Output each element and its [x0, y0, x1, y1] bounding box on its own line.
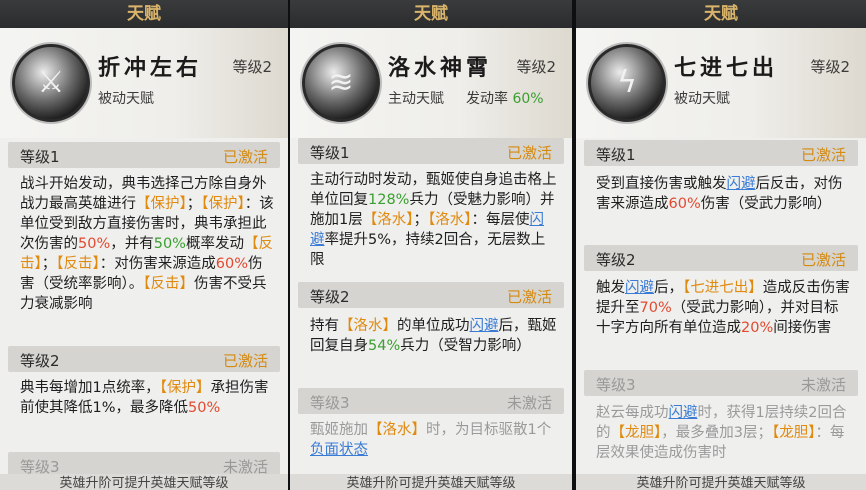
- panel-banner: 天赋: [576, 0, 866, 28]
- tier-3-bar: 等级3 未激活: [298, 388, 564, 414]
- tier-2-bar: 等级2 已激活: [298, 282, 564, 308]
- tier-label: 等级1: [596, 146, 636, 164]
- talent-level: 等级2: [232, 58, 272, 76]
- tier-label: 等级3: [596, 376, 636, 394]
- tier-1-bar: 等级1 已激活: [584, 140, 858, 166]
- tier-1-description: 主动行动时发动，甄姬使自身追击格上单位回复128%兵力（受魅力影响）并施加1层【…: [310, 172, 557, 268]
- talent-panel-1: 天赋 ⚔ 折冲左右 等级2 被动天赋 等级1 已激活 战斗开始发动，典韦选择己方…: [0, 0, 288, 490]
- tier-status: 已激活: [800, 146, 846, 164]
- tier-2-description: 触发闪避后，【七进七出】造成反击伤害提升至70%（受武力影响），并对目标十字方向…: [596, 280, 850, 336]
- tier-label: 等级2: [20, 352, 60, 370]
- tier-status: 未激活: [800, 376, 846, 394]
- water-swirl-icon: ≋: [302, 44, 380, 122]
- panel-footer: 英雄升阶可提升英雄天赋等级: [576, 474, 866, 490]
- tier-2-description: 持有【洛水】的单位成功闪避后，甄姬回复自身54%兵力（受智力影响）: [310, 318, 557, 354]
- tier-1-description: 受到直接伤害或触发闪避后反击，对伤害来源造成60%伤害（受武力影响）: [596, 176, 843, 212]
- tier-status: 已激活: [506, 288, 552, 306]
- talent-name: 七进七出: [674, 56, 779, 81]
- tier-status: 已激活: [506, 144, 552, 162]
- talent-panel-3: 天赋 ϟ 七进七出 等级2 被动天赋 等级1 已激活 受到直接伤害或触发闪避后反…: [576, 0, 866, 490]
- trigger-rate: 发动率 60%: [466, 91, 544, 107]
- shield-warrior-icon: ⚔: [12, 44, 90, 122]
- tier-status: 已激活: [800, 251, 846, 269]
- tier-1-bar: 等级1 已激活: [298, 138, 564, 164]
- tier-label: 等级2: [310, 288, 350, 306]
- talent-level: 等级2: [810, 58, 850, 76]
- tier-label: 等级1: [310, 144, 350, 162]
- talent-name: 折冲左右: [98, 56, 203, 81]
- tier-label: 等级2: [596, 251, 636, 269]
- tier-status: 未激活: [506, 394, 552, 412]
- tier-2-description: 典韦每增加1点统率，【保护】承担伤害前使其降低1%，最多降低50%: [20, 380, 269, 416]
- talent-header: ≋ 洛水神霄 等级2 主动天赋 发动率 60%: [290, 28, 572, 138]
- talent-type: 被动天赋: [98, 91, 154, 107]
- tier-2-bar: 等级2 已激活: [8, 346, 280, 372]
- talent-name: 洛水神霄: [388, 56, 493, 81]
- talent-header: ϟ 七进七出 等级2 被动天赋: [576, 28, 866, 138]
- talent-header: ⚔ 折冲左右 等级2 被动天赋: [0, 28, 288, 138]
- tier-label: 等级1: [20, 148, 60, 166]
- tier-status: 已激活: [222, 148, 268, 166]
- tier-1-bar: 等级1 已激活: [8, 142, 280, 168]
- lightning-icon: ϟ: [588, 44, 666, 122]
- tier-3-description: 甄姬施加【洛水】时，为目标驱散1个负面状态: [310, 422, 552, 458]
- talent-type: 主动天赋: [388, 91, 444, 107]
- talent-panel-2: 天赋 ≋ 洛水神霄 等级2 主动天赋 发动率 60% 等级1 已激活 主动行动时…: [290, 0, 572, 490]
- tier-status: 已激活: [222, 352, 268, 370]
- panel-banner: 天赋: [290, 0, 572, 28]
- tier-2-bar: 等级2 已激活: [584, 245, 858, 271]
- tier-3-bar: 等级3 未激活: [584, 370, 858, 396]
- panel-footer: 英雄升阶可提升英雄天赋等级: [290, 474, 572, 490]
- talent-level: 等级2: [516, 58, 556, 76]
- panel-banner: 天赋: [0, 0, 288, 28]
- tier-label: 等级3: [310, 394, 350, 412]
- tier-1-description: 战斗开始发动，典韦选择己方除自身外战力最高英雄进行【保护】；【保护】：该单位受到…: [20, 176, 274, 312]
- talent-type: 被动天赋: [674, 91, 730, 107]
- tier-3-description: 赵云每成功闪避时，获得1层持续2回合的【龙胆】，最多叠加3层；【龙胆】：每层效果…: [596, 405, 847, 461]
- panel-footer: 英雄升阶可提升英雄天赋等级: [0, 474, 288, 490]
